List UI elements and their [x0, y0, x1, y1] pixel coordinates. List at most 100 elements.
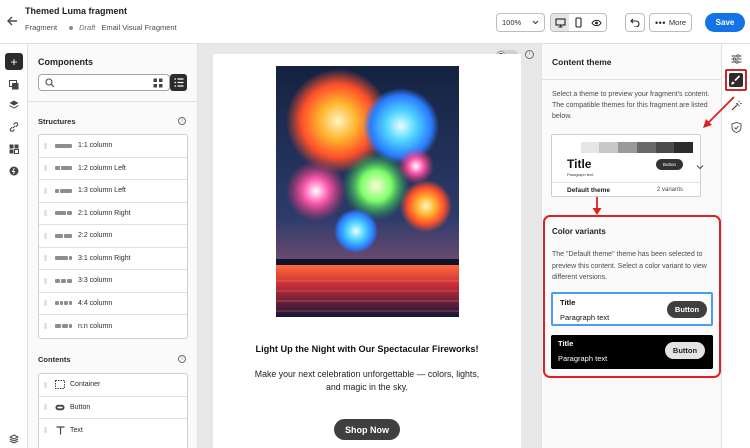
- theme-variant-count: 2 variants: [657, 187, 684, 193]
- structure-label: 1:3 column Left: [78, 187, 126, 195]
- structures-info-icon[interactable]: i: [178, 117, 186, 125]
- fragments-icon[interactable]: [9, 80, 19, 90]
- list-icon: [174, 78, 183, 87]
- canvas-info-icon[interactable]: i: [525, 50, 534, 59]
- variant-paragraph: Paragraph text: [558, 354, 608, 363]
- structure-item[interactable]: n:n column: [39, 315, 187, 338]
- drag-handle-icon[interactable]: [44, 232, 47, 239]
- paint-brush-icon: [729, 73, 743, 87]
- ellipsis-icon: •••: [654, 17, 666, 28]
- content-theme-tab[interactable]: [725, 69, 747, 91]
- structure-item[interactable]: 1:2 column Left: [39, 158, 187, 180]
- email-headline[interactable]: Light Up the Night with Our Spectacular …: [213, 344, 521, 354]
- undo-icon: [630, 18, 640, 27]
- fragment-kind-label: Email Visual Fragment: [101, 23, 177, 32]
- content-theme-description: Select a theme to preview your fragment'…: [552, 91, 710, 120]
- content-label: Button: [70, 403, 91, 411]
- drag-handle-icon[interactable]: [44, 300, 47, 307]
- personalization-icon[interactable]: [9, 166, 19, 176]
- color-swatch: [599, 142, 619, 153]
- mobile-view-button[interactable]: [569, 14, 587, 31]
- contents-info-icon[interactable]: i: [178, 355, 186, 363]
- back-arrow-icon[interactable]: [5, 14, 19, 28]
- layers-stack-icon[interactable]: [9, 434, 19, 444]
- color-variant-dark[interactable]: Title Paragraph text Button: [551, 335, 713, 369]
- layers-icon[interactable]: [9, 100, 19, 110]
- color-swatch: [674, 142, 694, 153]
- drag-handle-icon[interactable]: [44, 404, 47, 411]
- grid-icon: [153, 78, 162, 87]
- chevron-down-icon: [532, 20, 539, 25]
- fireworks-image[interactable]: [276, 66, 459, 317]
- color-swatch: [580, 142, 600, 153]
- variant-title: Title: [558, 339, 574, 348]
- settings-sliders-icon[interactable]: [731, 54, 742, 64]
- structure-item[interactable]: 2:2 column: [39, 225, 187, 248]
- variant-button: Button: [665, 342, 705, 359]
- drag-handle-icon[interactable]: [44, 210, 47, 217]
- content-item[interactable]: Container: [39, 374, 187, 397]
- save-button[interactable]: Save: [705, 13, 745, 32]
- structure-item[interactable]: 1:1 column: [39, 135, 187, 158]
- assets-icon[interactable]: [9, 144, 19, 154]
- drag-handle-icon[interactable]: [44, 187, 47, 194]
- drag-handle-icon[interactable]: [44, 165, 47, 172]
- drag-handle-icon[interactable]: [44, 323, 47, 330]
- undo-button[interactable]: [625, 13, 645, 32]
- more-button[interactable]: ••• More: [649, 13, 692, 32]
- link-icon[interactable]: [9, 122, 19, 132]
- drag-handle-icon[interactable]: [44, 142, 47, 149]
- column-layout-icon: [55, 301, 73, 306]
- desktop-icon: [555, 17, 566, 28]
- list-view-button[interactable]: [170, 74, 187, 91]
- structure-item[interactable]: 3:3 column: [39, 270, 187, 293]
- theme-card-footer: Default theme 2 variants: [552, 182, 700, 197]
- desktop-view-button[interactable]: [551, 14, 570, 31]
- components-title: Components: [38, 57, 93, 67]
- grid-view-button[interactable]: [149, 74, 166, 91]
- chevron-down-icon[interactable]: [696, 162, 704, 172]
- structure-item[interactable]: 2:1 column Right: [39, 203, 187, 225]
- structure-item[interactable]: 4:4 column: [39, 293, 187, 315]
- structure-label: 2:1 column Right: [78, 209, 131, 217]
- content-item[interactable]: Button: [39, 397, 187, 419]
- device-toggle-group: [550, 13, 607, 32]
- fragment-title: Themed Luma fragment: [25, 6, 128, 16]
- color-swatch: [562, 142, 581, 153]
- contents-label: Contents: [38, 355, 71, 364]
- zoom-value: 100%: [502, 18, 522, 27]
- drag-handle-icon[interactable]: [44, 381, 47, 388]
- drag-handle-icon[interactable]: [44, 277, 47, 284]
- structure-label: n:n column: [78, 322, 113, 330]
- structures-label: Structures: [38, 117, 76, 126]
- status-dot-icon: [69, 25, 74, 30]
- fireworks-illustration: [276, 66, 459, 317]
- content-item[interactable]: Text: [39, 419, 187, 442]
- structures-list: 1:1 column 1:2 column Left 1:3 column Left…: [38, 134, 188, 339]
- structure-label: 3:1 column Right: [78, 254, 131, 262]
- add-icon[interactable]: +: [5, 53, 23, 70]
- structure-item[interactable]: 3:1 column Right: [39, 248, 187, 270]
- fragment-subline: Fragment Draft Email Visual Fragment: [25, 23, 177, 32]
- column-layout-icon: [55, 278, 73, 283]
- drag-handle-icon[interactable]: [44, 255, 47, 262]
- drag-handle-icon[interactable]: [44, 427, 47, 434]
- theme-preview-title: Title: [567, 157, 592, 171]
- structure-label: 4:4 column: [78, 299, 113, 307]
- column-layout-icon: [55, 143, 73, 148]
- column-layout-icon: [55, 188, 73, 193]
- email-canvas: i Light Up the Night with Our Spectacula…: [198, 44, 541, 448]
- zoom-select[interactable]: 100%: [496, 13, 545, 32]
- structure-item[interactable]: 1:3 column Left: [39, 180, 187, 203]
- color-variant-light[interactable]: Title Paragraph text Button: [551, 292, 713, 326]
- email-body-text[interactable]: Make your next celebration unforgettable…: [247, 368, 487, 394]
- preview-button[interactable]: [588, 14, 606, 31]
- theme-card[interactable]: Title Paragraph text Button Default them…: [551, 134, 701, 197]
- column-layout-icon: [55, 324, 73, 329]
- structure-label: 2:2 column: [78, 232, 113, 240]
- status-label: Draft: [79, 23, 96, 32]
- shop-now-button[interactable]: Shop Now: [334, 419, 400, 440]
- color-swatch: [618, 142, 637, 153]
- content-label: Text: [70, 426, 83, 434]
- left-rail: +: [0, 44, 28, 448]
